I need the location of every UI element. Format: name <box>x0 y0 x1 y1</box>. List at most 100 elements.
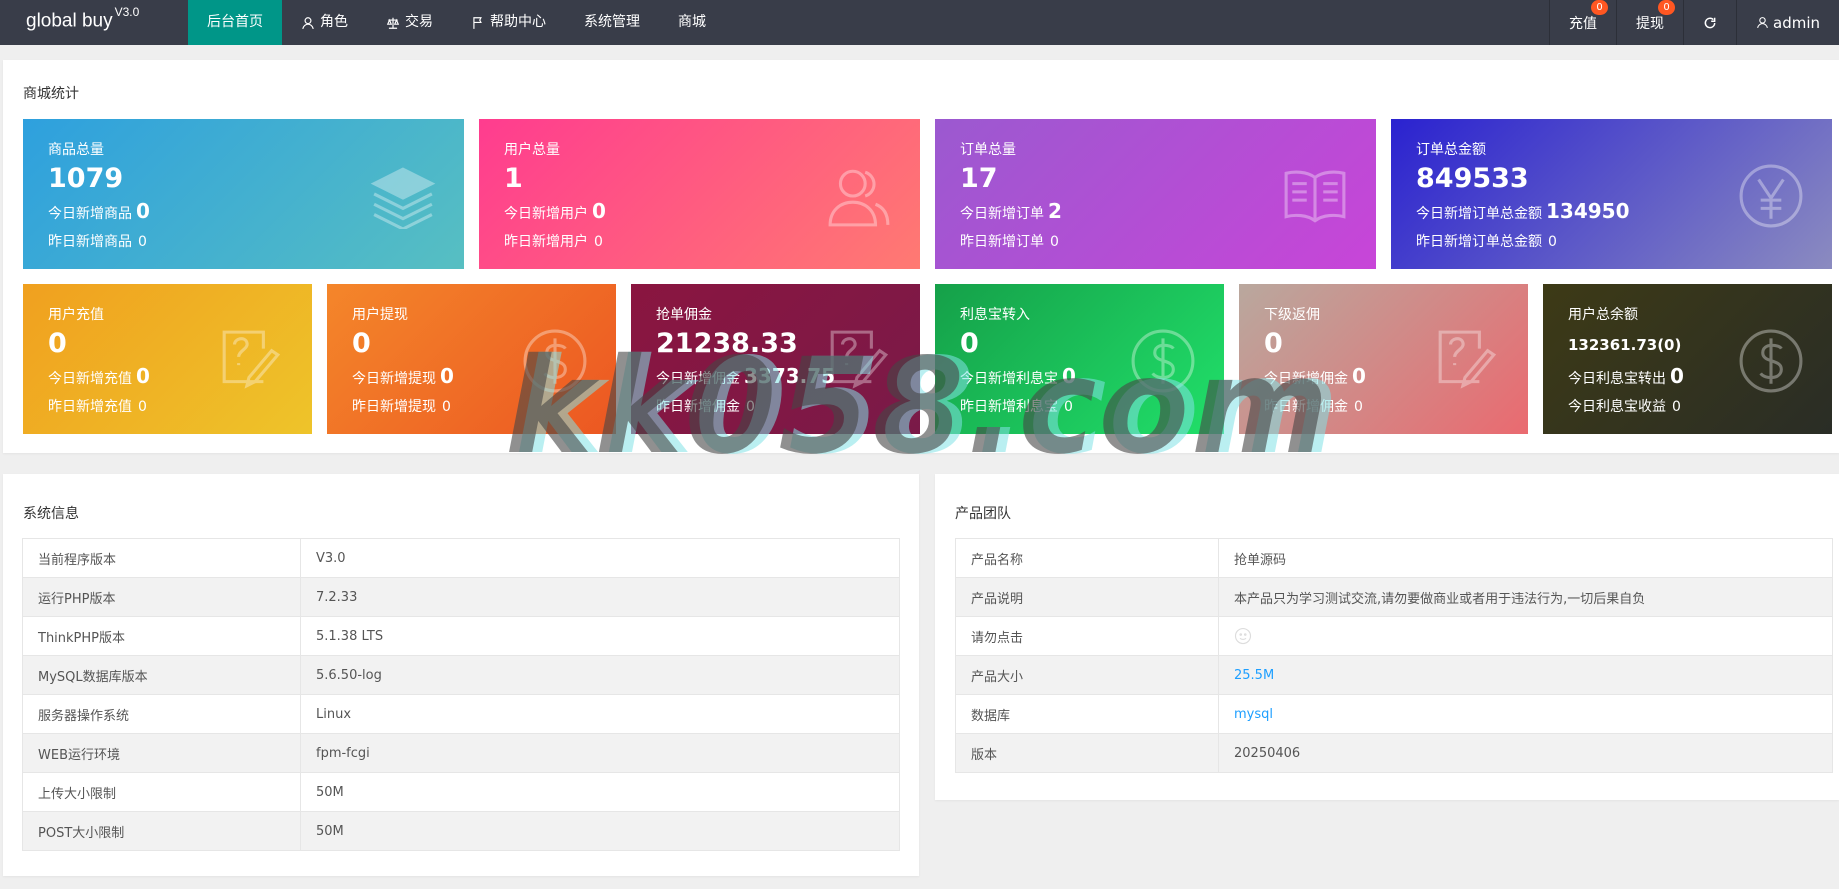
stat-today: 今日新增佣金 0 <box>1264 364 1366 388</box>
row-value[interactable] <box>1218 616 1833 656</box>
stat-title: 用户总余额 <box>1568 307 1638 323</box>
stat-value: 17 <box>960 163 998 194</box>
row-label: 请勿点击 <box>955 616 1219 656</box>
stat-yesterday: 昨日新增佣金 0 <box>1264 396 1363 416</box>
stat-card-row1-2: 订单总量 17 今日新增订单 2 昨日新增订单 0 <box>935 119 1376 269</box>
row-value: 5.6.50-log <box>300 655 900 695</box>
stat-yesterday-value: 0 <box>442 399 451 415</box>
system-info-title: 系统信息 <box>23 506 79 522</box>
stat-card-row2-0: 用户充值 0 今日新增充值 0 昨日新增充值 0 <box>23 284 312 434</box>
stat-yesterday-label: 昨日新增用户 <box>504 234 588 250</box>
stat-today-label: 今日新增订单 <box>960 206 1044 222</box>
stat-value: 0 <box>48 328 67 359</box>
users-icon <box>826 163 892 229</box>
stat-today-label: 今日新增用户 <box>504 206 588 222</box>
stat-title: 抢单佣金 <box>656 307 712 323</box>
stat-value: 0 <box>960 328 979 359</box>
stat-title: 用户总量 <box>504 142 560 158</box>
stat-today-label: 今日新增佣金 <box>656 371 740 387</box>
table-row: MySQL数据库版本 5.6.50-log <box>22 655 900 695</box>
row-value: fpm-fcgi <box>300 733 900 773</box>
table-row: 上传大小限制 50M <box>22 772 900 812</box>
dollar-icon <box>1130 328 1196 394</box>
recharge-label: 充值 <box>1569 15 1597 32</box>
row-label: ThinkPHP版本 <box>22 616 301 656</box>
stat-yesterday-value: 0 <box>138 399 147 415</box>
stat-yesterday-value: 0 <box>1064 399 1073 415</box>
value-link[interactable]: mysql <box>1234 707 1273 722</box>
value-text: 5.1.38 LTS <box>316 628 384 644</box>
withdraw-button[interactable]: 提现 0 <box>1616 0 1683 45</box>
stat-yesterday: 昨日新增用户 0 <box>504 231 603 251</box>
recharge-button[interactable]: 充值 0 <box>1549 0 1616 45</box>
stat-today: 今日新增充值 0 <box>48 364 150 388</box>
table-row: WEB运行环境 fpm-fcgi <box>22 733 900 773</box>
stat-today-label: 今日新增充值 <box>48 371 132 387</box>
stat-title: 用户提现 <box>352 307 408 323</box>
dollar-icon <box>1738 328 1804 394</box>
stat-card-row2-4: 下级返佣 0 今日新增佣金 0 昨日新增佣金 0 <box>1239 284 1528 434</box>
row-value[interactable]: mysql <box>1218 694 1833 734</box>
stat-today-label: 今日新增提现 <box>352 371 436 387</box>
app-logo[interactable]: global buy V3.0 <box>26 5 139 32</box>
admin-label: admin <box>1773 13 1820 32</box>
user-icon <box>301 16 315 30</box>
stat-card-row2-1: 用户提现 0 今日新增提现 0 昨日新增提现 0 <box>327 284 616 434</box>
stat-today: 今日新增商品 0 <box>48 199 150 223</box>
stat-today: 今日新增用户 0 <box>504 199 606 223</box>
stat-today-value: 0 <box>440 364 454 388</box>
stat-yesterday-value: 0 <box>1672 399 1681 415</box>
nav-item-1[interactable]: 角色 <box>282 0 367 45</box>
row-value[interactable]: 25.5M <box>1218 655 1833 695</box>
nav-item-5[interactable]: 商城 <box>659 0 725 45</box>
stat-yesterday: 昨日新增提现 0 <box>352 396 451 416</box>
row-value: 50M <box>300 811 900 851</box>
nav-item-3[interactable]: 帮助中心 <box>452 0 565 45</box>
table-row: 数据库 mysql <box>955 694 1833 734</box>
product-team-title: 产品团队 <box>955 506 1011 522</box>
row-value: 5.1.38 LTS <box>300 616 900 656</box>
stat-value: 0 <box>1264 328 1283 359</box>
nav-label: 后台首页 <box>207 14 263 30</box>
recharge-badge: 0 <box>1591 0 1608 15</box>
nav-item-4[interactable]: 系统管理 <box>565 0 659 45</box>
stat-yesterday: 昨日新增利息宝 0 <box>960 396 1073 416</box>
row-value: 本产品只为学习测试交流,请勿要做商业或者用于违法行为,一切后果自负 <box>1218 577 1833 617</box>
system-info-table: 当前程序版本 V3.0 运行PHP版本 7.2.33 ThinkPHP版本 5.1.38 … <box>22 538 900 851</box>
refresh-button[interactable] <box>1683 0 1736 45</box>
stat-value: 849533 <box>1416 163 1529 194</box>
book-icon <box>1282 163 1348 229</box>
table-row: 当前程序版本 V3.0 <box>22 538 900 578</box>
nav-item-0[interactable]: 后台首页 <box>188 0 282 45</box>
value-text: 7.2.33 <box>316 589 358 605</box>
value-link[interactable]: 25.5M <box>1234 668 1274 683</box>
nav-label: 商城 <box>678 14 706 30</box>
row-value: 抢单源码 <box>1218 538 1833 578</box>
smile-icon[interactable] <box>1234 627 1252 645</box>
row-label: WEB运行环境 <box>22 733 301 773</box>
admin-user-menu[interactable]: admin <box>1736 0 1839 45</box>
right-nav: 充值 0 提现 0 admin <box>1549 0 1839 45</box>
stat-yesterday-label: 昨日新增订单 <box>960 234 1044 250</box>
stat-yesterday: 昨日新增佣金 0 <box>656 396 755 416</box>
stat-yesterday-label: 昨日新增提现 <box>352 399 436 415</box>
row-value: Linux <box>300 694 900 734</box>
stat-today-label: 今日新增佣金 <box>1264 371 1348 387</box>
stat-yesterday-value: 0 <box>138 234 147 250</box>
stat-today-value: 0 <box>1062 364 1076 388</box>
user-icon <box>1757 17 1768 29</box>
stat-today-value: 0 <box>592 199 606 223</box>
stat-yesterday-value: 0 <box>746 399 755 415</box>
stat-yesterday-label: 昨日新增商品 <box>48 234 132 250</box>
dollar-icon <box>522 328 588 394</box>
stat-yesterday: 昨日新增订单总金额 0 <box>1416 231 1557 251</box>
stat-card-row1-0: 商品总量 1079 今日新增商品 0 昨日新增商品 0 <box>23 119 464 269</box>
value-text: fpm-fcgi <box>316 745 370 761</box>
stat-card-row2-5: 用户总余额 132361.73(0) 今日利息宝转出 0 今日利息宝收益 0 <box>1543 284 1832 434</box>
stat-card-row2-2: 抢单佣金 21238.33 今日新增佣金 3373.75 昨日新增佣金 0 <box>631 284 920 434</box>
row-label: 服务器操作系统 <box>22 694 301 734</box>
stat-today-label: 今日新增订单总金额 <box>1416 206 1542 222</box>
value-text: 抢单源码 <box>1234 552 1287 568</box>
stat-yesterday-value: 0 <box>594 234 603 250</box>
nav-item-2[interactable]: 交易 <box>367 0 452 45</box>
